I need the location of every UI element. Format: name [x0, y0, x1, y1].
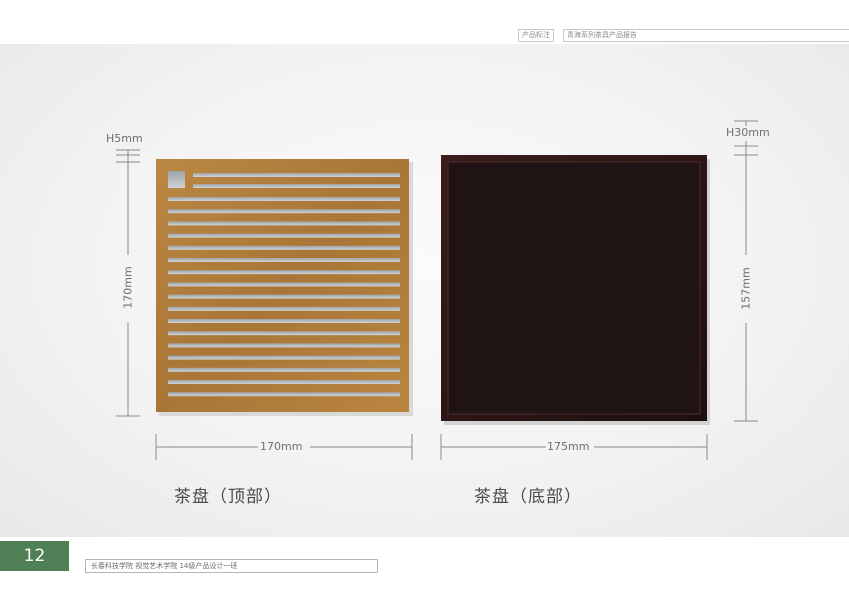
- tray-slot: [168, 331, 400, 336]
- tray-bottom: [441, 155, 710, 425]
- tray-slot: [168, 221, 400, 226]
- dim-bottom-width: 175mm: [547, 440, 590, 453]
- tray-slot: [168, 319, 400, 323]
- tray-slot: [168, 392, 400, 397]
- tray-slot: [168, 282, 400, 287]
- tray-slot: [168, 245, 400, 250]
- dim-bottom-side: 157mm: [739, 267, 753, 310]
- dim-bottom-height: H30mm: [726, 126, 770, 139]
- tray-top-square-hole: [168, 171, 185, 188]
- tray-slot: [168, 233, 400, 238]
- tray-slot: [193, 184, 400, 188]
- tray-slot: [168, 367, 400, 372]
- tray-slot: [168, 197, 400, 201]
- page-number: 12: [0, 541, 69, 571]
- tray-slot: [168, 355, 400, 360]
- tray-slot: [168, 306, 400, 311]
- tray-slot: [193, 173, 400, 177]
- dim-top-side: 170mm: [121, 266, 135, 309]
- dim-top-height: H5mm: [106, 132, 143, 145]
- tray-bottom-inner: [447, 161, 701, 415]
- caption-top-tray: 茶盘（顶部）: [174, 487, 282, 507]
- tray-slot: [168, 294, 400, 299]
- tray-slot: [168, 258, 400, 262]
- tray-slot: [168, 209, 400, 214]
- caption-bottom-tray: 茶盘（底部）: [474, 487, 582, 507]
- tray-slot: [168, 380, 400, 384]
- dim-top-width: 170mm: [260, 440, 303, 453]
- page: 产品标注 青海系列茶具产品报告 H5mm 170mm 170mm H30mm 1…: [0, 0, 849, 600]
- tray-top: [156, 159, 413, 416]
- tray-slot: [168, 343, 400, 348]
- footer-institution: 长春科技学院 视觉艺术学院 14级产品设计一班: [85, 559, 378, 573]
- tray-slot: [168, 270, 400, 275]
